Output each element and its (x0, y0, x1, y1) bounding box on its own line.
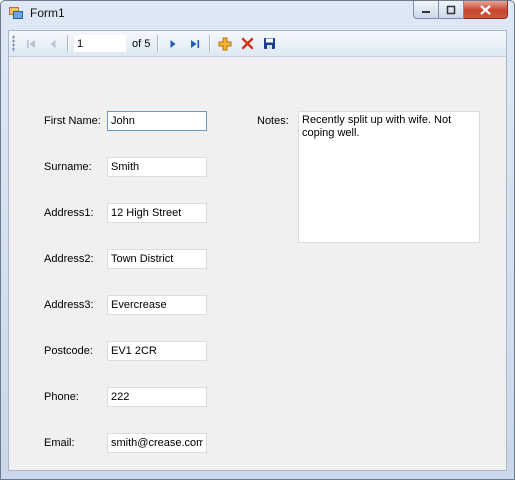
caption-buttons (413, 1, 508, 20)
move-last-icon (191, 39, 200, 48)
postcode-field[interactable] (107, 341, 207, 361)
move-next-icon (170, 39, 176, 48)
save-icon (263, 38, 275, 49)
window-title: Form1 (30, 6, 65, 20)
minimize-icon (422, 10, 430, 13)
address3-field[interactable] (107, 295, 207, 315)
move-last-button[interactable] (184, 34, 206, 54)
move-previous-icon (50, 39, 56, 48)
maximize-button[interactable] (439, 1, 464, 19)
add-new-button[interactable] (214, 34, 236, 54)
toolbar-separator (67, 35, 69, 52)
title-bar[interactable]: Form1 (1, 1, 514, 25)
address1-label: Address1: (44, 207, 94, 219)
form-window: Form1 of 5 (0, 0, 515, 480)
delete-button[interactable] (236, 34, 258, 54)
first-name-label: First Name: (44, 115, 101, 127)
move-first-button[interactable] (20, 34, 42, 54)
phone-label: Phone: (44, 391, 79, 403)
form-client-area: of 5 First Name: Surname: Address1: (8, 30, 507, 471)
add-icon (218, 37, 232, 50)
postcode-label: Postcode: (44, 345, 93, 357)
delete-icon (241, 37, 254, 50)
maximize-icon (446, 5, 456, 14)
surname-field[interactable] (107, 157, 207, 177)
address3-label: Address3: (44, 299, 94, 311)
save-button[interactable] (258, 34, 280, 54)
toolbar-separator (209, 35, 212, 52)
minimize-button[interactable] (413, 1, 439, 19)
toolbar-separator (157, 35, 160, 52)
address2-label: Address2: (44, 253, 94, 265)
move-first-icon (27, 39, 35, 48)
app-icon (9, 7, 23, 19)
move-next-button[interactable] (162, 34, 184, 54)
first-name-field[interactable] (107, 111, 207, 131)
close-icon (480, 4, 491, 15)
email-label: Email: (44, 437, 75, 449)
notes-label: Notes: (257, 115, 289, 127)
notes-field[interactable]: Recently split up with wife. Not coping … (298, 111, 480, 243)
address2-field[interactable] (107, 249, 207, 269)
email-field[interactable] (107, 433, 207, 453)
address1-field[interactable] (107, 203, 207, 223)
close-button[interactable] (464, 1, 508, 19)
surname-label: Surname: (44, 161, 92, 173)
phone-field[interactable] (107, 387, 207, 407)
move-previous-button[interactable] (42, 34, 64, 54)
toolbar-grip[interactable] (12, 35, 15, 52)
binding-navigator: of 5 (9, 31, 506, 57)
count-label: of 5 (132, 37, 151, 50)
position-input[interactable] (74, 35, 126, 52)
